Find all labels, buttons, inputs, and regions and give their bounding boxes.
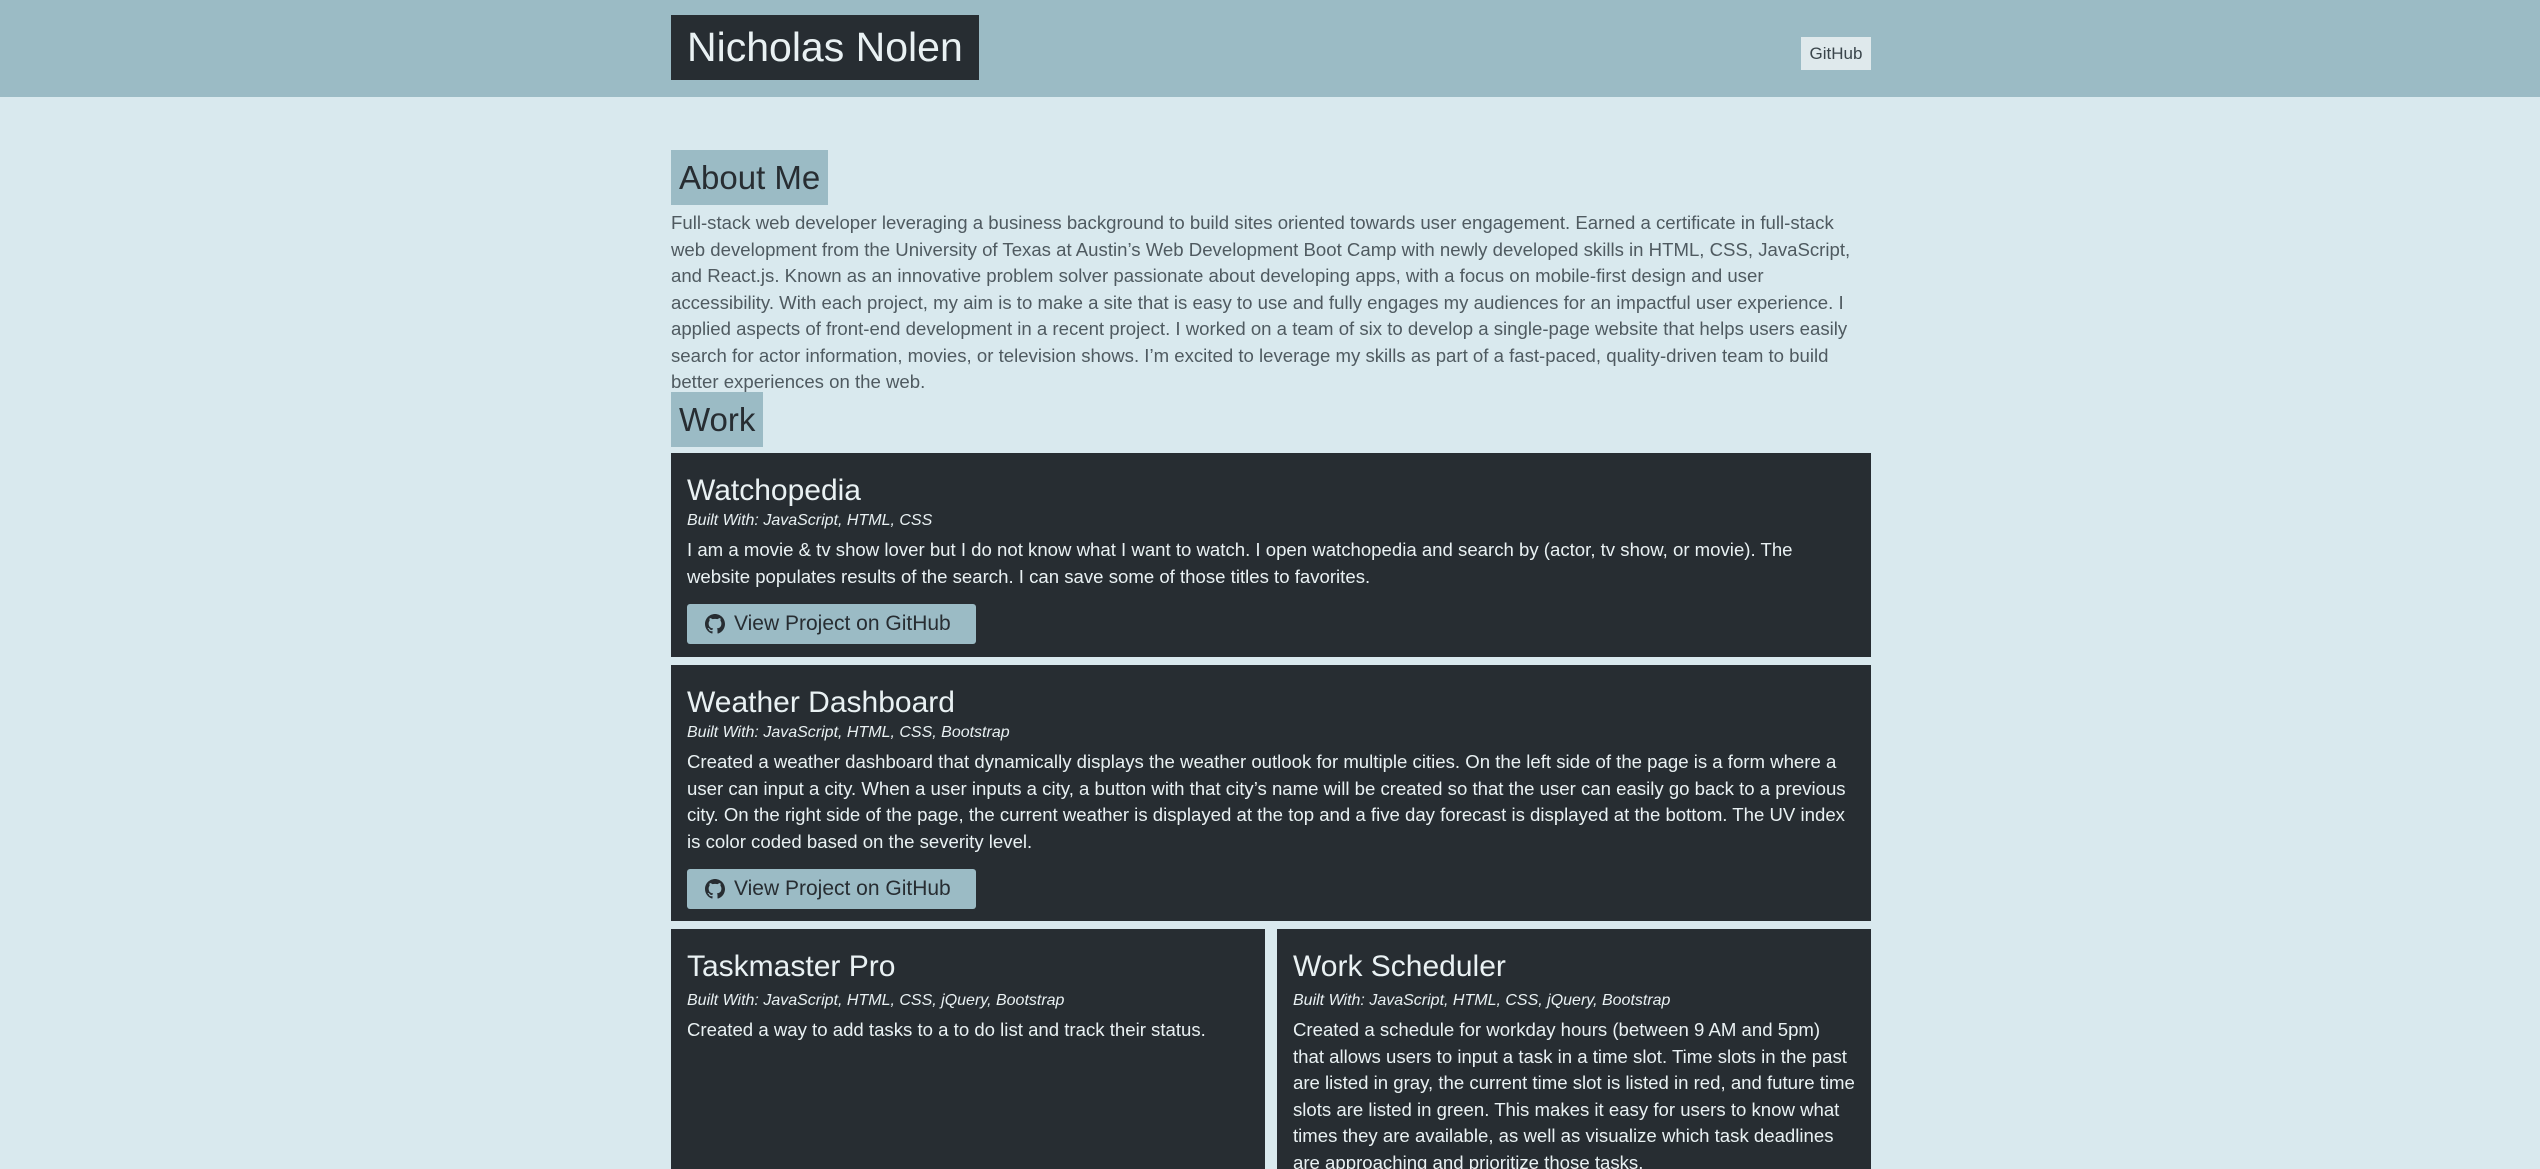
project-built-with: Built With: JavaScript, HTML, CSS, jQuer… [687, 992, 1065, 1009]
project-built-with: Built With: JavaScript, HTML, CSS, Boots… [687, 724, 1010, 741]
project-built-with: Built With: JavaScript, HTML, CSS, jQuer… [1293, 992, 1671, 1009]
view-project-button[interactable]: View Project on GitHub [687, 604, 976, 644]
view-project-button[interactable]: View Project on GitHub [687, 869, 976, 909]
project-description: Created a way to add tasks to a to do li… [687, 1019, 1206, 1040]
github-icon [705, 614, 725, 634]
project-card-weather-dashboard: Weather Dashboard Built With: JavaScript… [671, 665, 1871, 921]
project-title: Taskmaster Pro [687, 950, 896, 983]
github-icon [705, 879, 725, 899]
project-description: I am a movie & tv show lover but I do no… [687, 539, 1793, 587]
site-header: Nicholas Nolen GitHub [0, 0, 2540, 97]
about-text: Full-stack web developer leveraging a bu… [671, 212, 1851, 392]
view-project-label: View Project on GitHub [734, 877, 951, 900]
work-heading: Work [671, 392, 764, 447]
site-title: Nicholas Nolen [671, 15, 979, 80]
project-card-watchopedia: Watchopedia Built With: JavaScript, HTML… [671, 453, 1871, 657]
project-built-with: Built With: JavaScript, HTML, CSS [687, 512, 933, 529]
project-card-work-scheduler: Work Scheduler Built With: JavaScript, H… [1277, 929, 1871, 1169]
project-description: Created a schedule for workday hours (be… [1293, 1019, 1855, 1169]
project-card-taskmaster-pro: Taskmaster Pro Built With: JavaScript, H… [671, 929, 1265, 1169]
project-title: Weather Dashboard [687, 686, 955, 719]
project-title: Work Scheduler [1293, 950, 1506, 983]
github-nav-link[interactable]: GitHub [1801, 37, 1871, 70]
about-heading: About Me [671, 150, 829, 205]
view-project-label: View Project on GitHub [734, 612, 951, 635]
project-description: Created a weather dashboard that dynamic… [687, 751, 1846, 852]
project-title: Watchopedia [687, 474, 861, 507]
